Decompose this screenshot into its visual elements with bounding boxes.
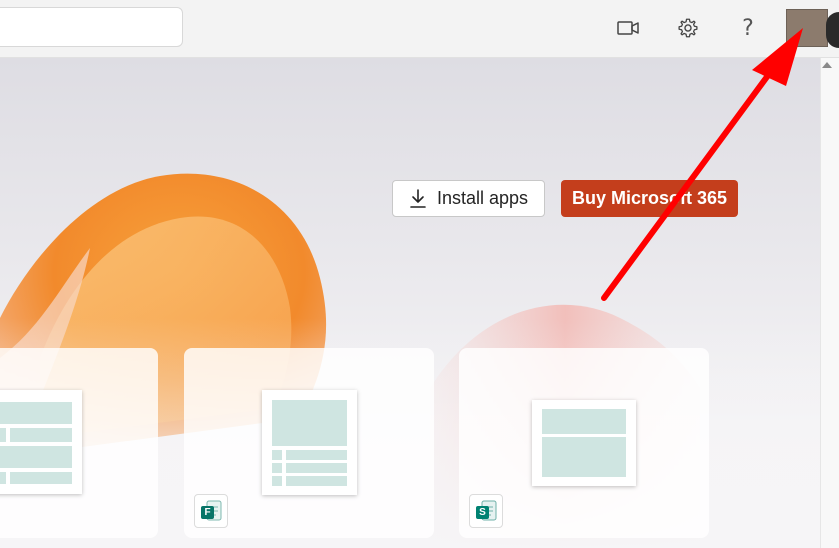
thumb-block: [0, 446, 72, 468]
thumb-block: [286, 476, 347, 486]
help-glyph: ?: [742, 15, 754, 41]
sway-icon: S: [469, 494, 503, 528]
scroll-up-arrow-icon[interactable]: [822, 62, 832, 68]
sway-letter: S: [476, 506, 489, 519]
template-thumbnail: [532, 400, 636, 486]
app-window: ? Install apps Buy Microsoft 365 F S: [0, 0, 839, 548]
thumb-block: [10, 428, 72, 442]
install-apps-label: Install apps: [436, 188, 529, 208]
top-header-bar: ?: [0, 0, 839, 58]
template-card[interactable]: F: [184, 348, 434, 538]
search-input[interactable]: [0, 7, 183, 47]
thumb-block: [0, 472, 6, 484]
forms-letter: F: [201, 506, 214, 519]
thumb-block: [272, 450, 282, 460]
thumb-block: [0, 428, 6, 442]
download-icon: [410, 188, 426, 208]
vertical-scrollbar[interactable]: [820, 58, 839, 548]
thumb-block: [542, 437, 626, 477]
gear-icon[interactable]: [672, 12, 704, 44]
thumb-block: [272, 476, 282, 486]
thumb-block: [10, 472, 72, 484]
thumb-block: [272, 400, 347, 446]
buy-microsoft-365-label: Buy Microsoft 365: [571, 188, 728, 208]
thumb-block: [0, 402, 72, 424]
user-avatar[interactable]: [786, 9, 828, 47]
help-icon[interactable]: ?: [732, 12, 764, 44]
forms-icon: F: [194, 494, 228, 528]
template-thumbnail: [262, 390, 357, 495]
video-camera-icon[interactable]: [612, 12, 644, 44]
thumb-block: [542, 409, 626, 434]
avatar-overflow-edge: [826, 12, 839, 48]
template-card[interactable]: [0, 348, 158, 538]
thumb-block: [286, 463, 347, 473]
template-thumbnail: [0, 390, 82, 494]
buy-microsoft-365-button[interactable]: Buy Microsoft 365: [561, 180, 738, 217]
thumb-block: [272, 463, 282, 473]
install-apps-button[interactable]: Install apps: [392, 180, 545, 217]
template-card[interactable]: S: [459, 348, 709, 538]
thumb-block: [286, 450, 347, 460]
